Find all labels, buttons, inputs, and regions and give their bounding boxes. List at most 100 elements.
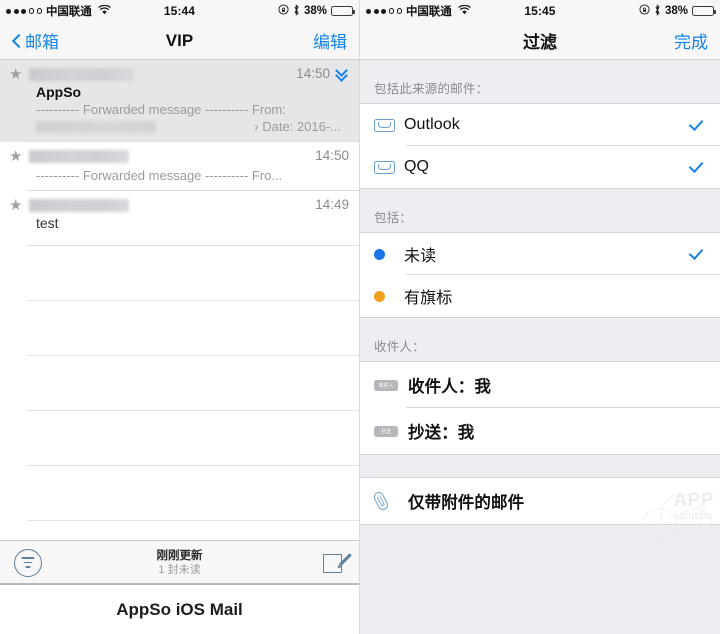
filter-settings-list: 包括此来源的邮件： Outlook QQ 包括： 未读 有旗标 收件人： 收件人… [360, 60, 720, 634]
table-row[interactable]: ★ 14:50 AppSo ---------- Forwarded messa… [0, 60, 359, 142]
rotation-lock-icon [278, 4, 289, 18]
filter-row-label: 未读 [404, 248, 437, 265]
sender-name-redacted [29, 68, 135, 81]
preview-redacted-bar [36, 120, 156, 133]
battery-icon [692, 6, 716, 16]
list-item [0, 246, 359, 301]
mail-preview: ---------- Forwarded message ---------- … [36, 102, 286, 117]
mail-list[interactable]: ★ 14:50 AppSo ---------- Forwarded messa… [0, 60, 359, 551]
mail-row-meta: 14:49 [315, 197, 349, 212]
left-nav-bar: 邮箱 VIP 编辑 [0, 22, 359, 60]
filter-row-to-me[interactable]: 收件人 收件人：我 [360, 362, 720, 408]
bluetooth-icon [654, 3, 661, 19]
section-group-sources: Outlook QQ [360, 103, 720, 189]
last-updated-label: 刚刚更新 [156, 550, 203, 562]
checkmark-icon [690, 117, 706, 133]
rotation-lock-icon [639, 4, 650, 18]
mail-time: 14:49 [315, 197, 349, 212]
section-group-include: 未读 有旗标 [360, 232, 720, 318]
right-status-bar: 中国联通 15:45 38% [360, 0, 720, 22]
orange-dot-icon [374, 290, 404, 302]
mail-subject: test [36, 215, 59, 231]
cc-badge-icon: 抄送 [374, 425, 408, 437]
battery-percent-label: 38% [303, 5, 327, 17]
mail-subject: AppSo [36, 84, 82, 100]
back-label: 邮箱 [25, 33, 59, 52]
section-header-include: 包括： [374, 211, 413, 225]
back-to-mailboxes-button[interactable]: 邮箱 [12, 28, 59, 53]
mail-time: 14:50 [315, 148, 349, 163]
chevron-left-icon [12, 33, 22, 49]
filter-row-label: 有旗标 [404, 290, 453, 307]
paperclip-icon [372, 490, 408, 512]
chevron-double-down-icon[interactable] [336, 67, 349, 81]
star-icon[interactable]: ★ [9, 198, 22, 213]
filter-row-outlook[interactable]: Outlook [360, 104, 720, 146]
mail-bottom-toolbar: 刚刚更新 1 封未读 [0, 540, 359, 585]
mail-preview-date: › Date: 2016-... [254, 119, 341, 134]
status-right-group: 38% [278, 3, 355, 19]
checkmark-icon [690, 423, 706, 439]
section-header-recipients: 收件人： [374, 340, 425, 354]
mail-preview-second-line: › Date: 2016-... [36, 118, 349, 135]
right-phone-panel: 中国联通 15:45 38% 过滤 完成 包括此来源的邮件： Outlook Q… [360, 0, 720, 634]
edit-button[interactable]: 编辑 [313, 28, 347, 53]
bluetooth-icon [293, 3, 300, 19]
section-header-sources: 包括此来源的邮件： [374, 82, 489, 96]
battery-icon [331, 6, 355, 16]
filter-row-label: QQ [404, 158, 430, 175]
mail-row-top: ★ 14:50 [9, 148, 349, 164]
list-item [0, 411, 359, 466]
left-phone-panel: 中国联通 15:44 38% 邮箱 VIP 编辑 ★ 14:50 AppSo -… [0, 0, 360, 634]
filter-row-flagged[interactable]: 有旗标 [360, 275, 720, 317]
battery-percent-label: 38% [664, 5, 688, 17]
done-button[interactable]: 完成 [674, 28, 708, 53]
figure-caption: AppSo iOS Mail [0, 583, 359, 634]
checkmark-icon [690, 246, 706, 262]
table-row[interactable]: ★ 14:49 test [0, 191, 359, 246]
list-item [0, 301, 359, 356]
section-group-attachments: 仅带附件的邮件 [360, 477, 720, 525]
filter-row-label: 仅带附件的邮件 [408, 494, 525, 512]
mail-row-top: ★ 14:49 [9, 197, 349, 213]
left-status-bar: 中国联通 15:44 38% [0, 0, 359, 22]
toolbar-status-text: 刚刚更新 1 封未读 [0, 549, 359, 577]
list-item [0, 466, 359, 521]
mail-row-top: ★ 14:50 [9, 66, 349, 82]
sender-name-redacted [29, 199, 130, 212]
filter-row-attachments-only[interactable]: 仅带附件的邮件 [360, 478, 720, 524]
unread-count-label: 1 封未读 [158, 564, 201, 576]
inbox-icon [374, 117, 404, 133]
filter-row-label: 收件人：我 [408, 378, 491, 396]
status-right-group: 38% [639, 3, 716, 19]
table-row[interactable]: ★ 14:50 ---------- Forwarded message ---… [0, 142, 359, 191]
cc-badge-label: 抄送 [374, 425, 398, 437]
filter-row-label: 抄送：我 [408, 424, 475, 442]
recipient-badge-label: 收件人 [374, 379, 398, 391]
filter-row-label: Outlook [404, 116, 460, 133]
filter-row-unread[interactable]: 未读 [360, 233, 720, 275]
inbox-icon [374, 159, 404, 175]
page-title: 过滤 [523, 33, 557, 52]
blue-dot-icon [374, 248, 404, 260]
checkmark-icon [690, 377, 706, 393]
sender-name-redacted [29, 150, 130, 163]
mail-time: 14:50 [296, 66, 330, 81]
list-item [0, 356, 359, 411]
filter-row-qq[interactable]: QQ [360, 146, 720, 188]
checkmark-icon [690, 159, 706, 175]
compose-icon[interactable] [323, 552, 352, 574]
star-icon[interactable]: ★ [9, 67, 22, 82]
checkmark-icon [690, 493, 706, 509]
checkmark-icon [690, 288, 706, 304]
screenshot-root: 中国联通 15:44 38% 邮箱 VIP 编辑 ★ 14:50 AppSo -… [0, 0, 720, 634]
mail-row-meta: 14:50 [315, 148, 349, 163]
filter-circle-icon[interactable] [14, 549, 42, 577]
star-icon[interactable]: ★ [9, 149, 22, 164]
right-nav-bar: 过滤 完成 [360, 22, 720, 60]
filter-row-cc-me[interactable]: 抄送 抄送：我 [360, 408, 720, 454]
section-group-recipients: 收件人 收件人：我 抄送 抄送：我 [360, 361, 720, 455]
recipient-badge-icon: 收件人 [374, 379, 408, 391]
mail-preview: ---------- Forwarded message ---------- … [36, 168, 283, 183]
